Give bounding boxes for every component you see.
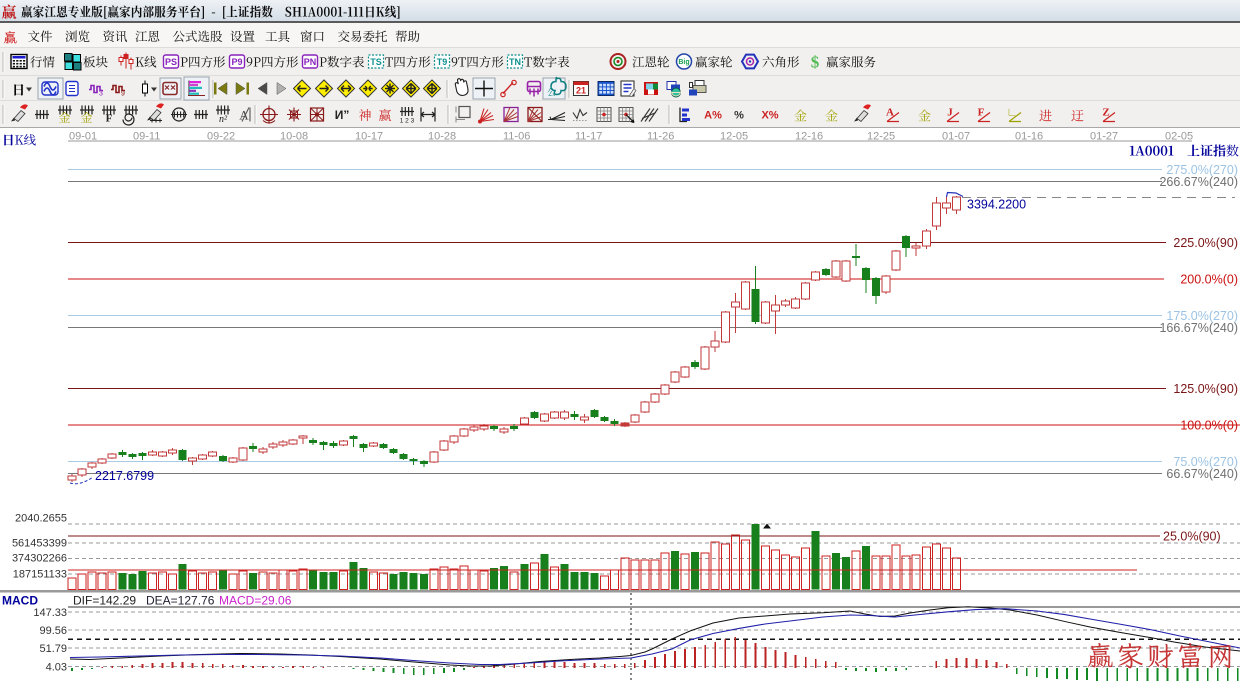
svg-text:Big: Big	[678, 59, 689, 66]
svg-text:1 2 3: 1 2 3	[400, 118, 415, 125]
svg-text:И”: И”	[335, 108, 350, 122]
svg-text:DEA=127.76: DEA=127.76	[146, 594, 215, 608]
svg-text:11-06: 11-06	[503, 130, 530, 142]
svg-text:21: 21	[576, 86, 586, 96]
svg-text:09-11: 09-11	[133, 130, 160, 142]
svg-text:12-05: 12-05	[720, 130, 748, 142]
svg-text:25.0%(90): 25.0%(90)	[1163, 530, 1221, 544]
svg-text:X%: X%	[761, 110, 778, 122]
svg-text:01-27: 01-27	[1090, 130, 1118, 142]
svg-text:T9: T9	[437, 57, 448, 67]
svg-text:02-05: 02-05	[1165, 130, 1193, 142]
svg-text:A%: A%	[704, 110, 722, 122]
svg-text:01-07: 01-07	[942, 130, 970, 142]
svg-text:TN: TN	[509, 57, 521, 67]
svg-text:F: F	[106, 113, 113, 125]
svg-text:11-17: 11-17	[575, 130, 602, 142]
svg-text:374302266: 374302266	[12, 553, 67, 565]
svg-text:09-01: 09-01	[69, 130, 97, 142]
svg-text:%: %	[734, 110, 744, 122]
svg-text:MACD=29.06: MACD=29.06	[219, 594, 292, 608]
svg-text:66.67%(240): 66.67%(240)	[1166, 467, 1238, 481]
svg-text:MACD: MACD	[2, 594, 38, 608]
svg-text:4.03: 4.03	[46, 662, 67, 674]
svg-text:166.67%(240): 166.67%(240)	[1159, 321, 1238, 335]
svg-text:10-17: 10-17	[355, 130, 383, 142]
svg-text:09-22: 09-22	[207, 130, 235, 142]
svg-text:2040.2655: 2040.2655	[15, 513, 67, 525]
svg-text:P9: P9	[231, 57, 242, 67]
svg-text:PS: PS	[165, 57, 177, 67]
svg-text:2217.6799: 2217.6799	[95, 469, 154, 483]
svg-text:147.33: 147.33	[33, 607, 67, 619]
svg-text:01-16: 01-16	[1015, 130, 1043, 142]
svg-text:3: 3	[99, 91, 103, 98]
svg-text:99.56: 99.56	[39, 625, 67, 637]
svg-text:10-28: 10-28	[428, 130, 456, 142]
svg-text:187151133: 187151133	[13, 569, 67, 581]
svg-text:200.0%(0): 200.0%(0)	[1180, 273, 1238, 287]
svg-text:125.0%(90): 125.0%(90)	[1173, 382, 1238, 396]
svg-text:561453399: 561453399	[12, 538, 67, 550]
svg-text:51.79: 51.79	[39, 643, 67, 655]
svg-text:10-08: 10-08	[280, 130, 308, 142]
svg-text:12-25: 12-25	[867, 130, 895, 142]
svg-text:9: 9	[121, 91, 125, 98]
svg-text:DIF=142.29: DIF=142.29	[73, 594, 136, 608]
svg-text:11-26: 11-26	[647, 130, 674, 142]
svg-text:TS: TS	[370, 57, 382, 67]
svg-text:n²: n²	[219, 114, 228, 125]
svg-text:12-16: 12-16	[795, 130, 823, 142]
svg-text:225.0%(90): 225.0%(90)	[1173, 236, 1238, 250]
svg-text:266.67%(240): 266.67%(240)	[1159, 175, 1238, 189]
svg-text:$: $	[811, 53, 820, 72]
svg-text:3394.2200: 3394.2200	[967, 198, 1026, 212]
svg-text:PN: PN	[304, 57, 317, 67]
svg-text:100.0%(0): 100.0%(0)	[1180, 419, 1238, 433]
svg-text:J: J	[947, 107, 953, 119]
